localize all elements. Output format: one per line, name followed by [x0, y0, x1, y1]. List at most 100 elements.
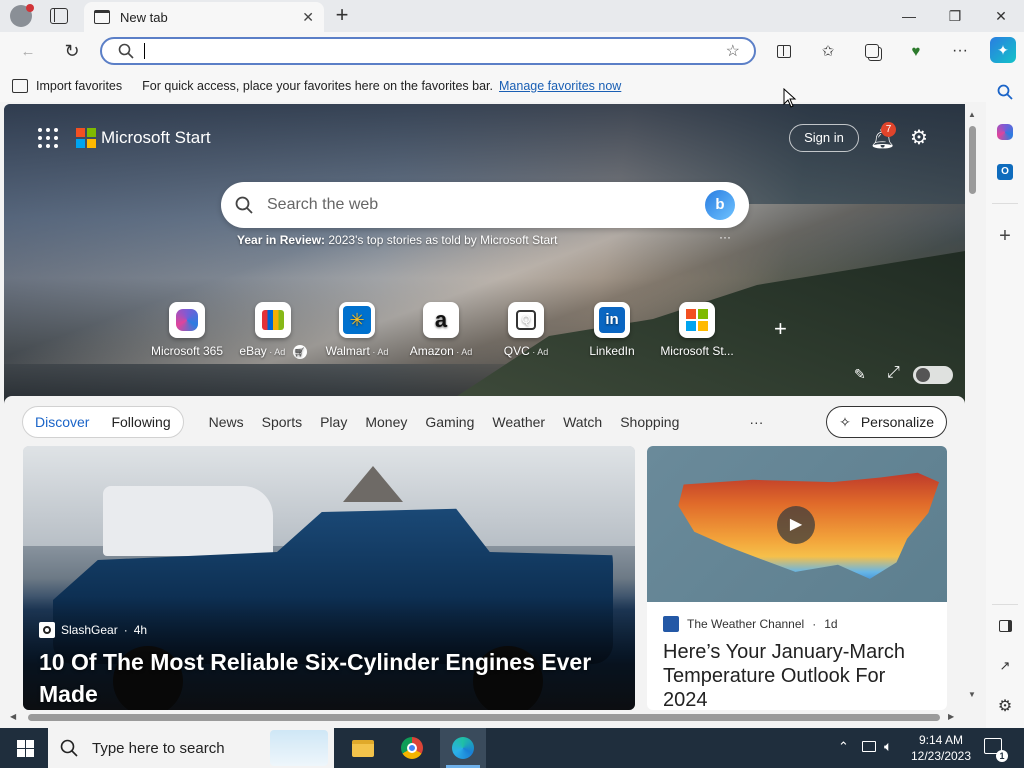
personalize-button[interactable]: ✧ Personalize	[826, 406, 947, 438]
quicklink-microsoft-365[interactable]: Microsoft 365	[142, 302, 232, 358]
sidebar-external-icon[interactable]: ↗	[993, 654, 1017, 678]
new-tab-icon	[94, 10, 110, 24]
weather-news-card[interactable]: ▶ The Weather Channel · 1d Here’s Your Ja…	[647, 446, 947, 710]
restore-button[interactable]: ❐	[932, 0, 978, 32]
back-arrow-icon[interactable]: ←	[16, 39, 40, 63]
network-icon[interactable]	[862, 741, 876, 752]
close-window-button[interactable]: ✕	[978, 0, 1024, 32]
scroll-up-icon[interactable]: ▲	[968, 110, 976, 119]
discover-following-toggle[interactable]: Discover Following	[22, 406, 184, 438]
feed-nav: Discover Following News Sports Play Mone…	[22, 406, 947, 438]
side-card-headline[interactable]: Here’s Your January-March Temperature Ou…	[663, 640, 935, 710]
play-video-icon[interactable]: ▶	[777, 506, 815, 544]
vertical-scroll-thumb[interactable]	[969, 126, 976, 194]
quicklink-label: Microsoft 365	[150, 344, 224, 358]
expand-icon[interactable]: ⤢	[887, 364, 900, 382]
taskbar-search[interactable]: Type here to search	[48, 728, 334, 768]
split-screen-icon[interactable]	[772, 39, 796, 63]
edge-sidebar: O + ↗ ⚙	[986, 70, 1024, 728]
quicklink-label: Microsoft St...	[660, 344, 734, 358]
sidebar-m365-icon[interactable]	[993, 120, 1017, 144]
main-card-headline[interactable]: 10 Of The Most Reliable Six-Cylinder Eng…	[39, 646, 619, 710]
system-clock[interactable]: 9:14 AM 12/23/2023	[908, 732, 974, 764]
app-launcher-icon[interactable]	[38, 128, 58, 148]
manage-favorites-link[interactable]: Manage favorites now	[499, 79, 621, 93]
close-tab-icon[interactable]: ✕	[302, 9, 314, 26]
quicklink-amazon[interactable]: a Amazon · Ad	[396, 302, 486, 358]
sidebar-add-icon[interactable]: +	[993, 224, 1017, 248]
collections-icon[interactable]	[860, 39, 884, 63]
address-bar[interactable]: ☆	[100, 37, 756, 65]
ad-tag: · Ad	[369, 347, 389, 357]
sidebar-settings-icon[interactable]: ⚙	[993, 694, 1017, 718]
slashgear-logo-icon	[39, 622, 55, 638]
quicklink-ebay[interactable]: eBay · Ad 🛒︎	[228, 302, 318, 359]
microsoft-store-icon	[679, 302, 715, 338]
vertical-scrollbar[interactable]: ▲ ▼	[965, 104, 979, 710]
sidebar-search-icon[interactable]	[993, 80, 1017, 104]
tab-sports[interactable]: Sports	[253, 414, 311, 430]
search-icon	[118, 43, 134, 59]
tab-discover[interactable]: Discover	[35, 414, 89, 430]
quicklink-walmart[interactable]: ✳ Walmart · Ad	[312, 302, 402, 358]
import-favorites-button[interactable]: Import favorites	[36, 79, 122, 93]
quicklink-qvc[interactable]: Q QVC · Ad	[481, 302, 571, 358]
scroll-left-icon[interactable]: ◀	[10, 712, 16, 721]
tab-gaming[interactable]: Gaming	[416, 414, 483, 430]
ebay-bag-icon	[255, 302, 291, 338]
windows-start-icon[interactable]	[6, 732, 44, 764]
chrome-icon[interactable]	[393, 732, 431, 764]
quicklink-linkedin[interactable]: in LinkedIn	[567, 302, 657, 358]
scroll-right-icon[interactable]: ▶	[948, 712, 954, 721]
shopping-cart-icon[interactable]: 🛒︎	[292, 345, 307, 359]
favorite-star-icon[interactable]: ☆	[726, 41, 740, 61]
web-search-box[interactable]: Search the web b	[221, 182, 749, 228]
background-van	[103, 486, 273, 556]
main-news-card[interactable]: SlashGear · 4h 10 Of The Most Reliable Si…	[23, 446, 635, 710]
tab-money[interactable]: Money	[356, 414, 416, 430]
browser-essentials-icon[interactable]: ♥	[904, 39, 928, 63]
minimize-button[interactable]: —	[886, 0, 932, 32]
tab-following[interactable]: Following	[111, 414, 170, 430]
windows-taskbar: Type here to search ⌃ 🔈︎ 9:14 AM 12/23/2…	[0, 728, 1024, 768]
tab-play[interactable]: Play	[311, 414, 356, 430]
sign-in-button[interactable]: Sign in	[789, 124, 859, 152]
brand-title[interactable]: Microsoft Start	[101, 128, 211, 148]
new-tab-button[interactable]: +	[330, 4, 354, 28]
year-in-review-link[interactable]: Year in Review: 2023's top stories as to…	[237, 233, 557, 247]
sidebar-outlook-icon[interactable]: O	[993, 160, 1017, 184]
hidden-icons-chevron-icon[interactable]: ⌃	[838, 739, 849, 755]
sidebar-hide-icon[interactable]	[993, 614, 1017, 638]
tab-weather[interactable]: Weather	[483, 414, 554, 430]
horizontal-scroll-thumb[interactable]	[28, 714, 940, 721]
address-input[interactable]	[144, 43, 726, 59]
search-more-icon[interactable]: ···	[719, 230, 731, 244]
horizontal-scrollbar[interactable]: ◀ ▶	[4, 710, 965, 724]
quicklink-label: QVC	[503, 344, 530, 358]
add-quicklink-icon[interactable]: +	[774, 316, 787, 342]
tab-watch[interactable]: Watch	[554, 414, 611, 430]
tab-news[interactable]: News	[200, 414, 253, 430]
file-explorer-icon[interactable]	[344, 732, 382, 764]
scroll-down-icon[interactable]: ▼	[968, 690, 976, 699]
more-tabs-icon[interactable]: ···	[740, 414, 772, 430]
personalize-icon: ✧	[839, 413, 851, 430]
edge-taskbar-icon[interactable]	[440, 728, 486, 768]
volume-muted-icon[interactable]: 🔈︎	[884, 738, 892, 755]
copilot-icon[interactable]: ✦	[990, 37, 1016, 63]
bing-chat-icon[interactable]: b	[705, 190, 735, 220]
edit-background-icon[interactable]: ✎	[854, 366, 866, 383]
tab-shopping[interactable]: Shopping	[611, 414, 688, 430]
background-toggle[interactable]	[913, 366, 953, 384]
sidebar-divider-bottom	[992, 604, 1018, 605]
qvc-icon: Q	[508, 302, 544, 338]
favorites-icon[interactable]: ✩	[816, 39, 840, 63]
tab-new-tab[interactable]: New tab ✕	[84, 2, 324, 32]
quicklink-microsoft-store[interactable]: Microsoft St...	[652, 302, 742, 358]
tab-title: New tab	[120, 9, 168, 25]
more-menu-icon[interactable]: ···	[948, 39, 972, 63]
tab-actions-icon[interactable]	[50, 8, 68, 24]
notification-badge: 7	[881, 122, 896, 137]
page-settings-icon[interactable]: ⚙	[910, 125, 928, 150]
refresh-icon[interactable]: ↻	[60, 39, 84, 63]
